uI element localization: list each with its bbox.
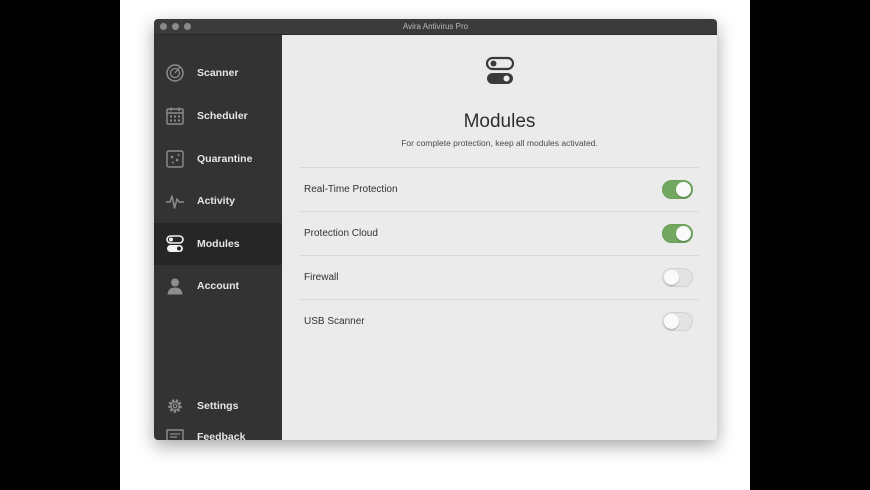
sidebar-item-label: Activity bbox=[197, 195, 235, 207]
modules-toggles-icon bbox=[484, 55, 516, 87]
toggle-knob bbox=[664, 270, 679, 285]
toggle-knob bbox=[676, 182, 691, 197]
module-label: Real-Time Protection bbox=[304, 184, 398, 195]
sidebar-item-activity[interactable]: Activity bbox=[154, 180, 282, 222]
sidebar-item-label: Account bbox=[197, 280, 239, 292]
sidebar-item-quarantine[interactable]: Quarantine bbox=[154, 138, 282, 180]
sidebar-item-feedback[interactable]: Feedback bbox=[154, 416, 282, 440]
app-window: Avira Antivirus Pro Scanner Scheduler Qu… bbox=[154, 19, 717, 440]
title-bar: Avira Antivirus Pro bbox=[154, 19, 717, 35]
letterbox-right bbox=[750, 0, 870, 490]
sidebar-item-scanner[interactable]: Scanner bbox=[154, 52, 282, 94]
usb-scanner-toggle[interactable] bbox=[662, 312, 693, 331]
activity-icon bbox=[165, 191, 185, 211]
toggle-knob bbox=[664, 314, 679, 329]
feedback-icon bbox=[165, 427, 185, 440]
modules-panel: Modules For complete protection, keep al… bbox=[282, 35, 717, 440]
page-subtitle: For complete protection, keep all module… bbox=[401, 138, 598, 148]
user-icon bbox=[165, 276, 185, 296]
sidebar: Scanner Scheduler Quarantine Activity Mo… bbox=[154, 35, 282, 440]
sidebar-item-label: Feedback bbox=[197, 431, 246, 440]
sidebar-item-account[interactable]: Account bbox=[154, 265, 282, 307]
page-title: Modules bbox=[463, 111, 536, 132]
toggle-knob bbox=[676, 226, 691, 241]
module-label: Protection Cloud bbox=[304, 228, 378, 239]
module-label: Firewall bbox=[304, 272, 339, 283]
toggles-icon bbox=[165, 234, 185, 254]
gear-icon bbox=[165, 396, 185, 416]
scanner-icon bbox=[165, 63, 185, 83]
quarantine-icon bbox=[165, 149, 185, 169]
sidebar-item-label: Modules bbox=[197, 238, 240, 250]
sidebar-item-label: Scanner bbox=[197, 67, 239, 79]
calendar-icon bbox=[165, 106, 185, 126]
firewall-toggle[interactable] bbox=[662, 268, 693, 287]
sidebar-item-scheduler[interactable]: Scheduler bbox=[154, 95, 282, 137]
sidebar-item-modules[interactable]: Modules bbox=[154, 223, 282, 265]
module-row-firewall: Firewall bbox=[300, 256, 699, 299]
module-row-usb-scanner: USB Scanner bbox=[300, 300, 699, 343]
window-title: Avira Antivirus Pro bbox=[402, 22, 469, 31]
protection-cloud-toggle[interactable] bbox=[662, 224, 693, 243]
module-label: USB Scanner bbox=[304, 316, 365, 327]
real-time-protection-toggle[interactable] bbox=[662, 180, 693, 199]
sidebar-item-label: Scheduler bbox=[197, 110, 248, 122]
sidebar-item-label: Quarantine bbox=[197, 153, 253, 165]
module-row-protection-cloud: Protection Cloud bbox=[300, 212, 699, 255]
module-row-real-time-protection: Real-Time Protection bbox=[300, 168, 699, 211]
letterbox-left bbox=[0, 0, 120, 490]
